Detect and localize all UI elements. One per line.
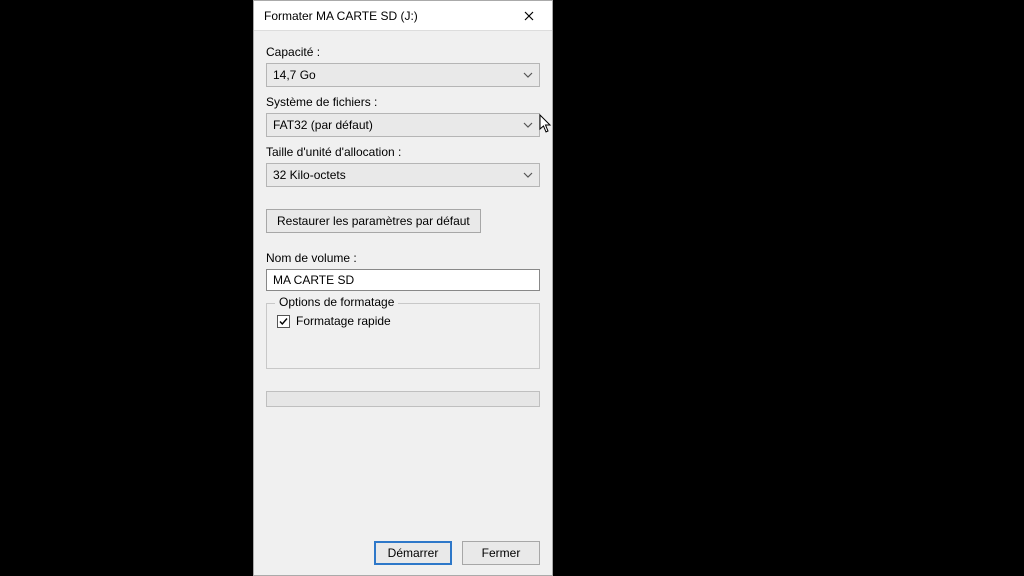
filesystem-label: Système de fichiers :: [266, 95, 540, 109]
close-button[interactable]: Fermer: [462, 541, 540, 565]
volume-name-value: MA CARTE SD: [273, 273, 354, 287]
allocation-value: 32 Kilo-octets: [273, 168, 523, 182]
dialog-body: Capacité : 14,7 Go Système de fichiers :…: [254, 31, 552, 575]
restore-defaults-button[interactable]: Restaurer les paramètres par défaut: [266, 209, 481, 233]
allocation-label: Taille d'unité d'allocation :: [266, 145, 540, 159]
capacity-label: Capacité :: [266, 45, 540, 59]
dialog-footer: Démarrer Fermer: [266, 523, 540, 565]
volume-label: Nom de volume :: [266, 251, 540, 265]
dialog-title: Formater MA CARTE SD (J:): [264, 9, 514, 23]
chevron-down-icon: [523, 120, 533, 131]
allocation-select[interactable]: 32 Kilo-octets: [266, 163, 540, 187]
capacity-select[interactable]: 14,7 Go: [266, 63, 540, 87]
quick-format-checkbox[interactable]: [277, 315, 290, 328]
chevron-down-icon: [523, 170, 533, 181]
start-button[interactable]: Démarrer: [374, 541, 452, 565]
progress-bar: [266, 391, 540, 407]
format-options-legend: Options de formatage: [275, 295, 398, 309]
filesystem-value: FAT32 (par défaut): [273, 118, 523, 132]
quick-format-label: Formatage rapide: [296, 314, 391, 328]
volume-name-input[interactable]: MA CARTE SD: [266, 269, 540, 291]
chevron-down-icon: [523, 70, 533, 81]
filesystem-select[interactable]: FAT32 (par défaut): [266, 113, 540, 137]
titlebar: Formater MA CARTE SD (J:): [254, 1, 552, 31]
close-icon[interactable]: [514, 2, 544, 30]
quick-format-row: Formatage rapide: [277, 314, 529, 328]
restore-defaults-row: Restaurer les paramètres par défaut: [266, 209, 540, 233]
format-dialog: Formater MA CARTE SD (J:) Capacité : 14,…: [253, 0, 553, 576]
format-options-fieldset: Options de formatage Formatage rapide: [266, 303, 540, 369]
capacity-value: 14,7 Go: [273, 68, 523, 82]
